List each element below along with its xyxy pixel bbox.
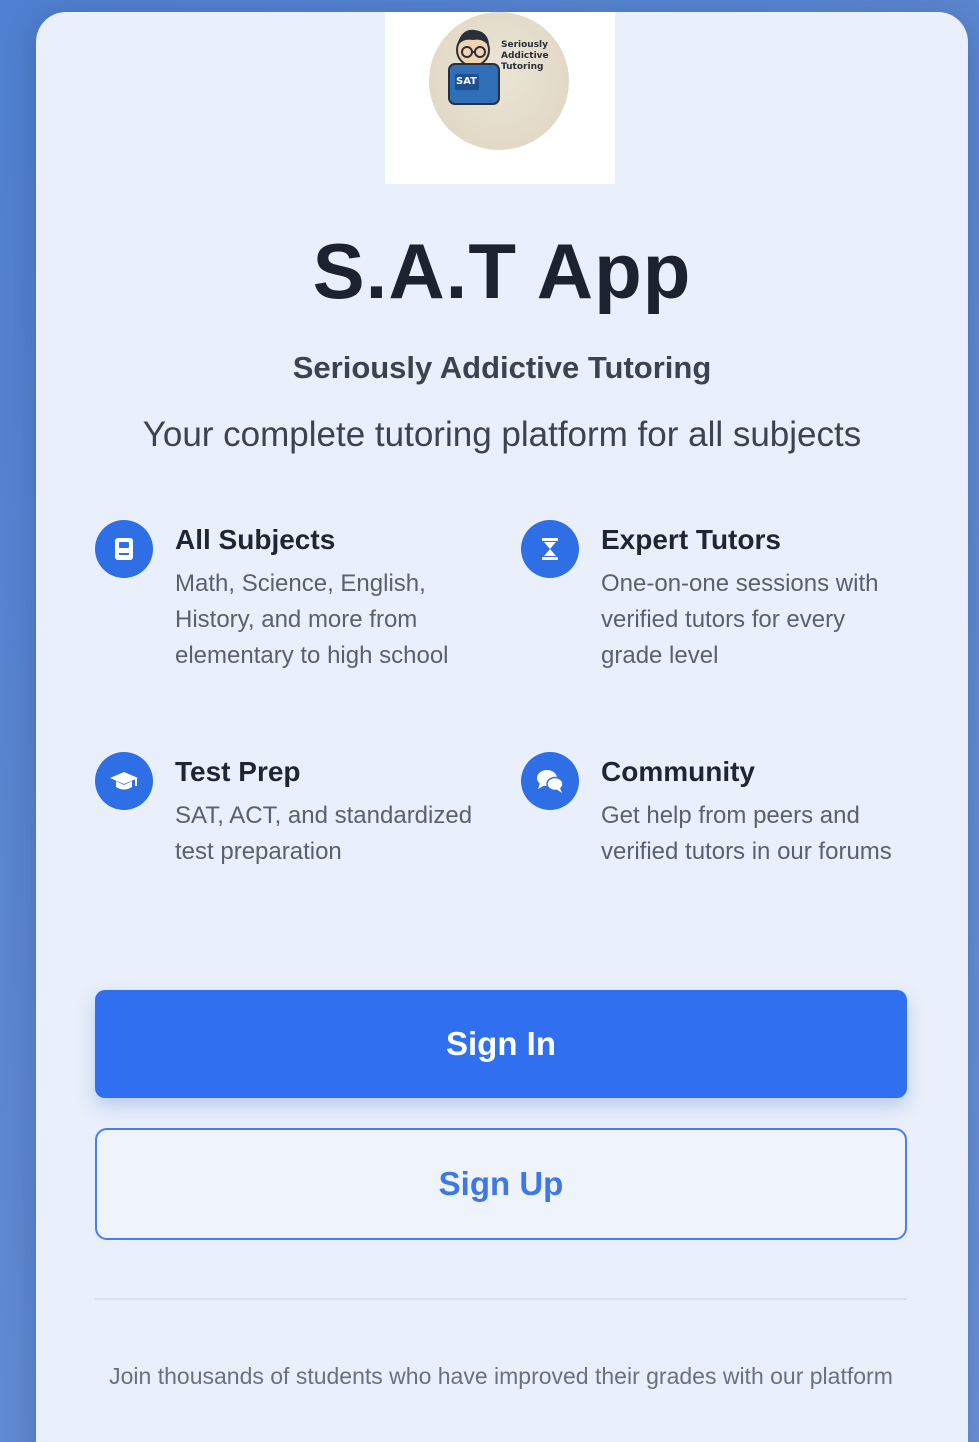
logo-badge: SAT Seriously Addictive Tutoring xyxy=(429,12,569,150)
feature-description: Get help from peers and verified tutors … xyxy=(601,802,892,865)
chat-bubbles-icon xyxy=(521,752,579,810)
logo-wordmark: Seriously Addictive Tutoring xyxy=(501,40,549,73)
tutor-icon xyxy=(521,520,579,578)
feature-title: Community xyxy=(601,756,755,787)
graduation-cap-icon xyxy=(95,752,153,810)
app-title: S.A.T App xyxy=(312,227,692,315)
footer-text: Join thousands of students who have impr… xyxy=(109,1363,893,1389)
feature-title: Expert Tutors xyxy=(601,524,781,555)
divider xyxy=(95,1298,907,1300)
welcome-card: SAT Seriously Addictive Tutoring S.A.T A… xyxy=(36,12,968,1442)
logo-line-2: Addictive xyxy=(501,51,549,61)
logo-line-1: Seriously xyxy=(501,40,549,50)
feature-title: Test Prep xyxy=(175,756,301,787)
feature-description: One-on-one sessions with verified tutors… xyxy=(601,570,879,669)
sign-up-button[interactable]: Sign Up xyxy=(95,1128,907,1240)
feature-title: All Subjects xyxy=(175,524,336,555)
app-subtitle: Seriously Addictive Tutoring xyxy=(292,350,712,385)
app-logo: SAT Seriously Addictive Tutoring xyxy=(385,12,615,184)
sign-in-button[interactable]: Sign In xyxy=(95,990,907,1098)
logo-line-3: Tutoring xyxy=(501,62,544,72)
book-icon xyxy=(95,520,153,578)
logo-badge-label: SAT xyxy=(456,76,477,87)
tutor-mascot-icon xyxy=(448,29,500,105)
app-tagline: Your complete tutoring platform for all … xyxy=(142,415,862,454)
feature-description: Math, Science, English, History, and mor… xyxy=(175,570,449,669)
feature-description: SAT, ACT, and standardized test preparat… xyxy=(175,802,473,865)
